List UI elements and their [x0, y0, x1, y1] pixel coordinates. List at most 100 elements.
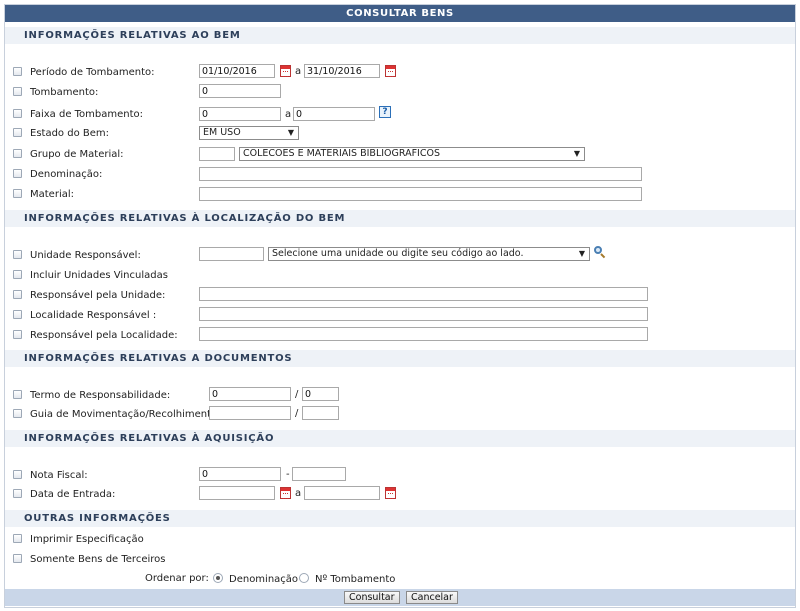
- page-title: Consultar Bens: [5, 5, 795, 22]
- tombamento-label: Tombamento:: [30, 87, 99, 98]
- guia-ano-input[interactable]: [302, 406, 339, 420]
- terceiros-checkbox[interactable]: [13, 554, 22, 563]
- row-periodo: Período de Tombamento: 01/10/2016 a 31/1…: [0, 64, 800, 82]
- responsavel-localidade-checkbox[interactable]: [13, 330, 22, 339]
- unidade-label: Unidade Responsável:: [30, 250, 141, 261]
- ordenar-tombamento-radio[interactable]: [299, 573, 309, 583]
- dropdown-arrow-icon: ▼: [578, 249, 585, 258]
- data-entrada-label: Data de Entrada:: [30, 489, 116, 500]
- nota-separator: -: [286, 469, 290, 480]
- row-ordenar: Ordenar por: Denominação Nº Tombamento: [0, 572, 800, 590]
- termo-slash: /: [295, 389, 299, 400]
- faixa-separator: a: [285, 109, 292, 120]
- material-checkbox[interactable]: [13, 189, 22, 198]
- row-incluir: Incluir Unidades Vinculadas: [0, 267, 800, 285]
- ordenar-denominacao-label: Denominação: [229, 574, 299, 585]
- nota-inicio-input[interactable]: 0: [199, 467, 281, 481]
- faixa-checkbox[interactable]: [13, 109, 22, 118]
- responsavel-unidade-input[interactable]: [199, 287, 648, 301]
- material-input[interactable]: [199, 187, 642, 201]
- localidade-input[interactable]: [199, 307, 648, 321]
- unidade-select-value: Selecione uma unidade ou digite seu códi…: [272, 248, 524, 259]
- unidade-checkbox[interactable]: [13, 250, 22, 259]
- data-entrada-checkbox[interactable]: [13, 489, 22, 498]
- calendar-icon[interactable]: [280, 65, 291, 77]
- denominacao-checkbox[interactable]: [13, 169, 22, 178]
- row-tombamento: Tombamento: 0: [0, 84, 800, 102]
- calendar-icon[interactable]: [385, 487, 396, 499]
- section-header-aquisicao: Informações Relativas à Aquisição: [5, 430, 795, 447]
- localidade-label: Localidade Responsável :: [30, 310, 157, 321]
- incluir-checkbox[interactable]: [13, 270, 22, 279]
- section-header-bem: Informações Relativas ao Bem: [5, 27, 795, 44]
- guia-label: Guia de Movimentação/Recolhimento:: [30, 409, 221, 420]
- estado-select[interactable]: EM USO ▼: [199, 126, 299, 140]
- row-nota: Nota Fiscal: 0 -: [0, 467, 800, 485]
- faixa-inicio-input[interactable]: 0: [199, 107, 281, 121]
- responsavel-localidade-input[interactable]: [199, 327, 648, 341]
- row-faixa: Faixa de Tombamento: 0 a 0 ?: [0, 106, 800, 124]
- help-icon[interactable]: ?: [379, 106, 391, 118]
- guia-checkbox[interactable]: [13, 409, 22, 418]
- periodo-separator: a: [295, 66, 302, 77]
- termo-checkbox[interactable]: [13, 390, 22, 399]
- row-imprimir: Imprimir Especificação: [0, 532, 800, 550]
- row-responsavel-localidade: Responsável pela Localidade:: [0, 327, 800, 345]
- denominacao-input[interactable]: [199, 167, 642, 181]
- row-material: Material:: [0, 186, 800, 204]
- ordenar-denominacao-radio[interactable]: [213, 573, 223, 583]
- nota-fim-input[interactable]: [292, 467, 346, 481]
- responsavel-unidade-label: Responsável pela Unidade:: [30, 290, 166, 301]
- unidade-codigo-input[interactable]: [199, 247, 264, 261]
- grupo-checkbox[interactable]: [13, 149, 22, 158]
- incluir-label: Incluir Unidades Vinculadas: [30, 270, 168, 281]
- estado-checkbox[interactable]: [13, 128, 22, 137]
- grupo-select[interactable]: COLECOES E MATERIAIS BIBLIOGRAFICOS ▼: [239, 147, 585, 161]
- responsavel-unidade-checkbox[interactable]: [13, 290, 22, 299]
- data-separator: a: [295, 488, 302, 499]
- denominacao-label: Denominação:: [30, 169, 103, 180]
- row-denominacao: Denominação:: [0, 166, 800, 184]
- consultar-button[interactable]: Consultar: [344, 591, 400, 604]
- section-header-documentos: Informações Relativas a Documentos: [5, 350, 795, 367]
- guia-numero-input[interactable]: [209, 406, 291, 420]
- periodo-fim-input[interactable]: 31/10/2016: [304, 64, 380, 78]
- faixa-fim-input[interactable]: 0: [293, 107, 375, 121]
- calendar-icon[interactable]: [385, 65, 396, 77]
- guia-slash: /: [295, 408, 299, 419]
- row-responsavel-unidade: Responsável pela Unidade:: [0, 287, 800, 305]
- search-icon[interactable]: [594, 246, 606, 259]
- termo-numero-input[interactable]: 0: [209, 387, 291, 401]
- nota-label: Nota Fiscal:: [30, 470, 88, 481]
- material-label: Material:: [30, 189, 74, 200]
- section-header-localizacao: Informações Relativas à Localização do B…: [5, 210, 795, 227]
- grupo-select-value: COLECOES E MATERIAIS BIBLIOGRAFICOS: [243, 148, 440, 159]
- imprimir-label: Imprimir Especificação: [30, 534, 144, 545]
- grupo-label: Grupo de Material:: [30, 149, 124, 160]
- termo-ano-input[interactable]: 0: [302, 387, 339, 401]
- responsavel-localidade-label: Responsável pela Localidade:: [30, 330, 178, 341]
- row-localidade: Localidade Responsável :: [0, 307, 800, 325]
- section-header-outras: Outras Informações: [5, 510, 795, 527]
- row-terceiros: Somente Bens de Terceiros: [0, 552, 800, 570]
- data-fim-input[interactable]: [304, 486, 380, 500]
- calendar-icon[interactable]: [280, 487, 291, 499]
- estado-label: Estado do Bem:: [30, 128, 109, 139]
- row-estado: Estado do Bem: EM USO ▼: [0, 125, 800, 143]
- tombamento-input[interactable]: 0: [199, 84, 281, 98]
- periodo-inicio-input[interactable]: 01/10/2016: [199, 64, 275, 78]
- cancelar-button[interactable]: Cancelar: [406, 591, 458, 604]
- faixa-label: Faixa de Tombamento:: [30, 109, 144, 120]
- termo-label: Termo de Responsabilidade:: [30, 390, 171, 401]
- imprimir-checkbox[interactable]: [13, 534, 22, 543]
- grupo-codigo-input[interactable]: [199, 147, 235, 161]
- unidade-select[interactable]: Selecione uma unidade ou digite seu códi…: [268, 247, 590, 261]
- dropdown-arrow-icon: ▼: [287, 128, 294, 137]
- data-inicio-input[interactable]: [199, 486, 275, 500]
- tombamento-checkbox[interactable]: [13, 87, 22, 96]
- localidade-checkbox[interactable]: [13, 310, 22, 319]
- ordenar-tombamento-label: Nº Tombamento: [315, 574, 396, 585]
- nota-checkbox[interactable]: [13, 470, 22, 479]
- periodo-checkbox[interactable]: [13, 67, 22, 76]
- row-guia: Guia de Movimentação/Recolhimento: /: [0, 406, 800, 424]
